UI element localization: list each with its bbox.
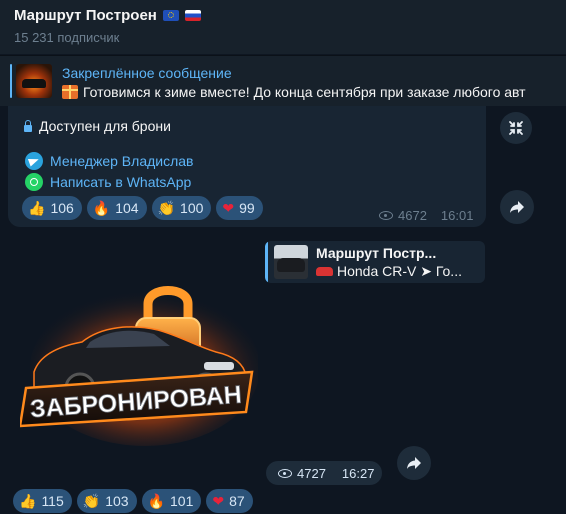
forward-icon (510, 201, 524, 213)
reply-preview[interactable]: Маршрут Постр... Honda CR-V ➤ Го... (265, 241, 485, 283)
pinned-message-bar[interactable]: Закреплённое сообщение Готовимся к зиме … (0, 55, 566, 106)
reaction-thumbs-up[interactable]: 👍 115 (13, 489, 72, 513)
chat-header[interactable]: Маршрут Построен 15 231 подписчик (0, 0, 566, 54)
reactions-row: 👍 115 👏 103 🔥 101 ❤ 87 (13, 489, 253, 513)
manager-link[interactable]: Менеджер Владислав (50, 153, 194, 169)
forward-button[interactable] (397, 446, 431, 480)
gift-icon (62, 85, 78, 99)
reaction-count: 104 (115, 200, 139, 216)
collapse-button[interactable] (500, 112, 532, 144)
pinned-indicator (10, 64, 12, 98)
reaction-fire[interactable]: 🔥 104 (86, 196, 147, 220)
lock-icon (24, 119, 32, 132)
forward-button[interactable] (500, 190, 534, 224)
reaction-clap[interactable]: 👏 103 (76, 489, 137, 513)
forward-icon (407, 457, 421, 469)
reaction-thumbs-up[interactable]: 👍 106 (22, 196, 82, 220)
reply-text: Honda CR-V ➤ Го... (337, 263, 462, 279)
message-time: 16:27 (341, 466, 375, 481)
eu-flag-icon (162, 10, 179, 21)
reply-text-row: Honda CR-V ➤ Го... (316, 263, 462, 280)
channel-title: Маршрут Построен (14, 7, 157, 24)
fire-icon: 🔥 (92, 200, 111, 216)
pinned-text: Готовимся к зиме вместе! До конца сентяб… (83, 84, 526, 100)
reaction-count: 101 (170, 493, 194, 509)
telegram-icon (25, 152, 43, 170)
thumbs-up-icon: 👍 (19, 493, 37, 509)
subscriber-count: 15 231 подписчик (14, 30, 120, 45)
russia-flag-icon (184, 10, 201, 21)
car-icon (316, 267, 333, 276)
message-meta: 4672 16:01 (379, 208, 473, 223)
availability-line: Доступен для брони (24, 118, 171, 134)
views-icon (278, 469, 292, 478)
reaction-count: 103 (105, 493, 129, 509)
thumbs-up-icon: 👍 (28, 200, 46, 216)
reactions-row: 👍 106 🔥 104 👏 100 ❤ 99 (22, 196, 263, 220)
pinned-thumbnail (16, 64, 52, 98)
reaction-count: 87 (229, 493, 245, 509)
heart-icon: ❤ (222, 200, 235, 216)
reaction-fire[interactable]: 🔥 101 (141, 489, 202, 513)
views-count: 4727 (297, 466, 326, 481)
reaction-heart[interactable]: ❤ 99 (216, 196, 263, 220)
whatsapp-link[interactable]: Написать в WhatsApp (50, 174, 191, 190)
reply-thumbnail (274, 245, 308, 279)
reaction-clap[interactable]: 👏 100 (151, 196, 212, 220)
reaction-count: 99 (239, 200, 255, 216)
whatsapp-icon (25, 173, 43, 191)
views-count: 4672 (398, 208, 427, 223)
message-time: 16:01 (440, 208, 474, 223)
views-icon (379, 211, 393, 220)
pinned-text-row: Готовимся к зиме вместе! До конца сентяб… (62, 84, 566, 100)
fire-icon: 🔥 (147, 493, 165, 509)
heart-icon: ❤ (212, 493, 225, 509)
pinned-title: Закреплённое сообщение (62, 65, 232, 81)
reaction-count: 115 (41, 493, 64, 509)
reply-title: Маршрут Постр... (316, 245, 437, 261)
clap-icon: 👏 (157, 200, 176, 216)
sticker-meta: 4727 16:27 (278, 466, 374, 481)
reaction-count: 106 (50, 200, 74, 216)
manager-link-row[interactable]: Менеджер Владислав (25, 152, 194, 170)
reaction-heart[interactable]: ❤ 87 (206, 489, 253, 513)
collapse-icon (509, 121, 523, 135)
reaction-count: 100 (180, 200, 204, 216)
reserved-sticker[interactable]: ЗАБРОНИРОВАН (18, 280, 260, 448)
availability-text: Доступен для брони (39, 118, 171, 134)
reply-indicator (265, 241, 268, 283)
channel-title-row: Маршрут Построен (14, 7, 201, 24)
whatsapp-link-row[interactable]: Написать в WhatsApp (25, 173, 191, 191)
clap-icon: 👏 (82, 493, 101, 509)
